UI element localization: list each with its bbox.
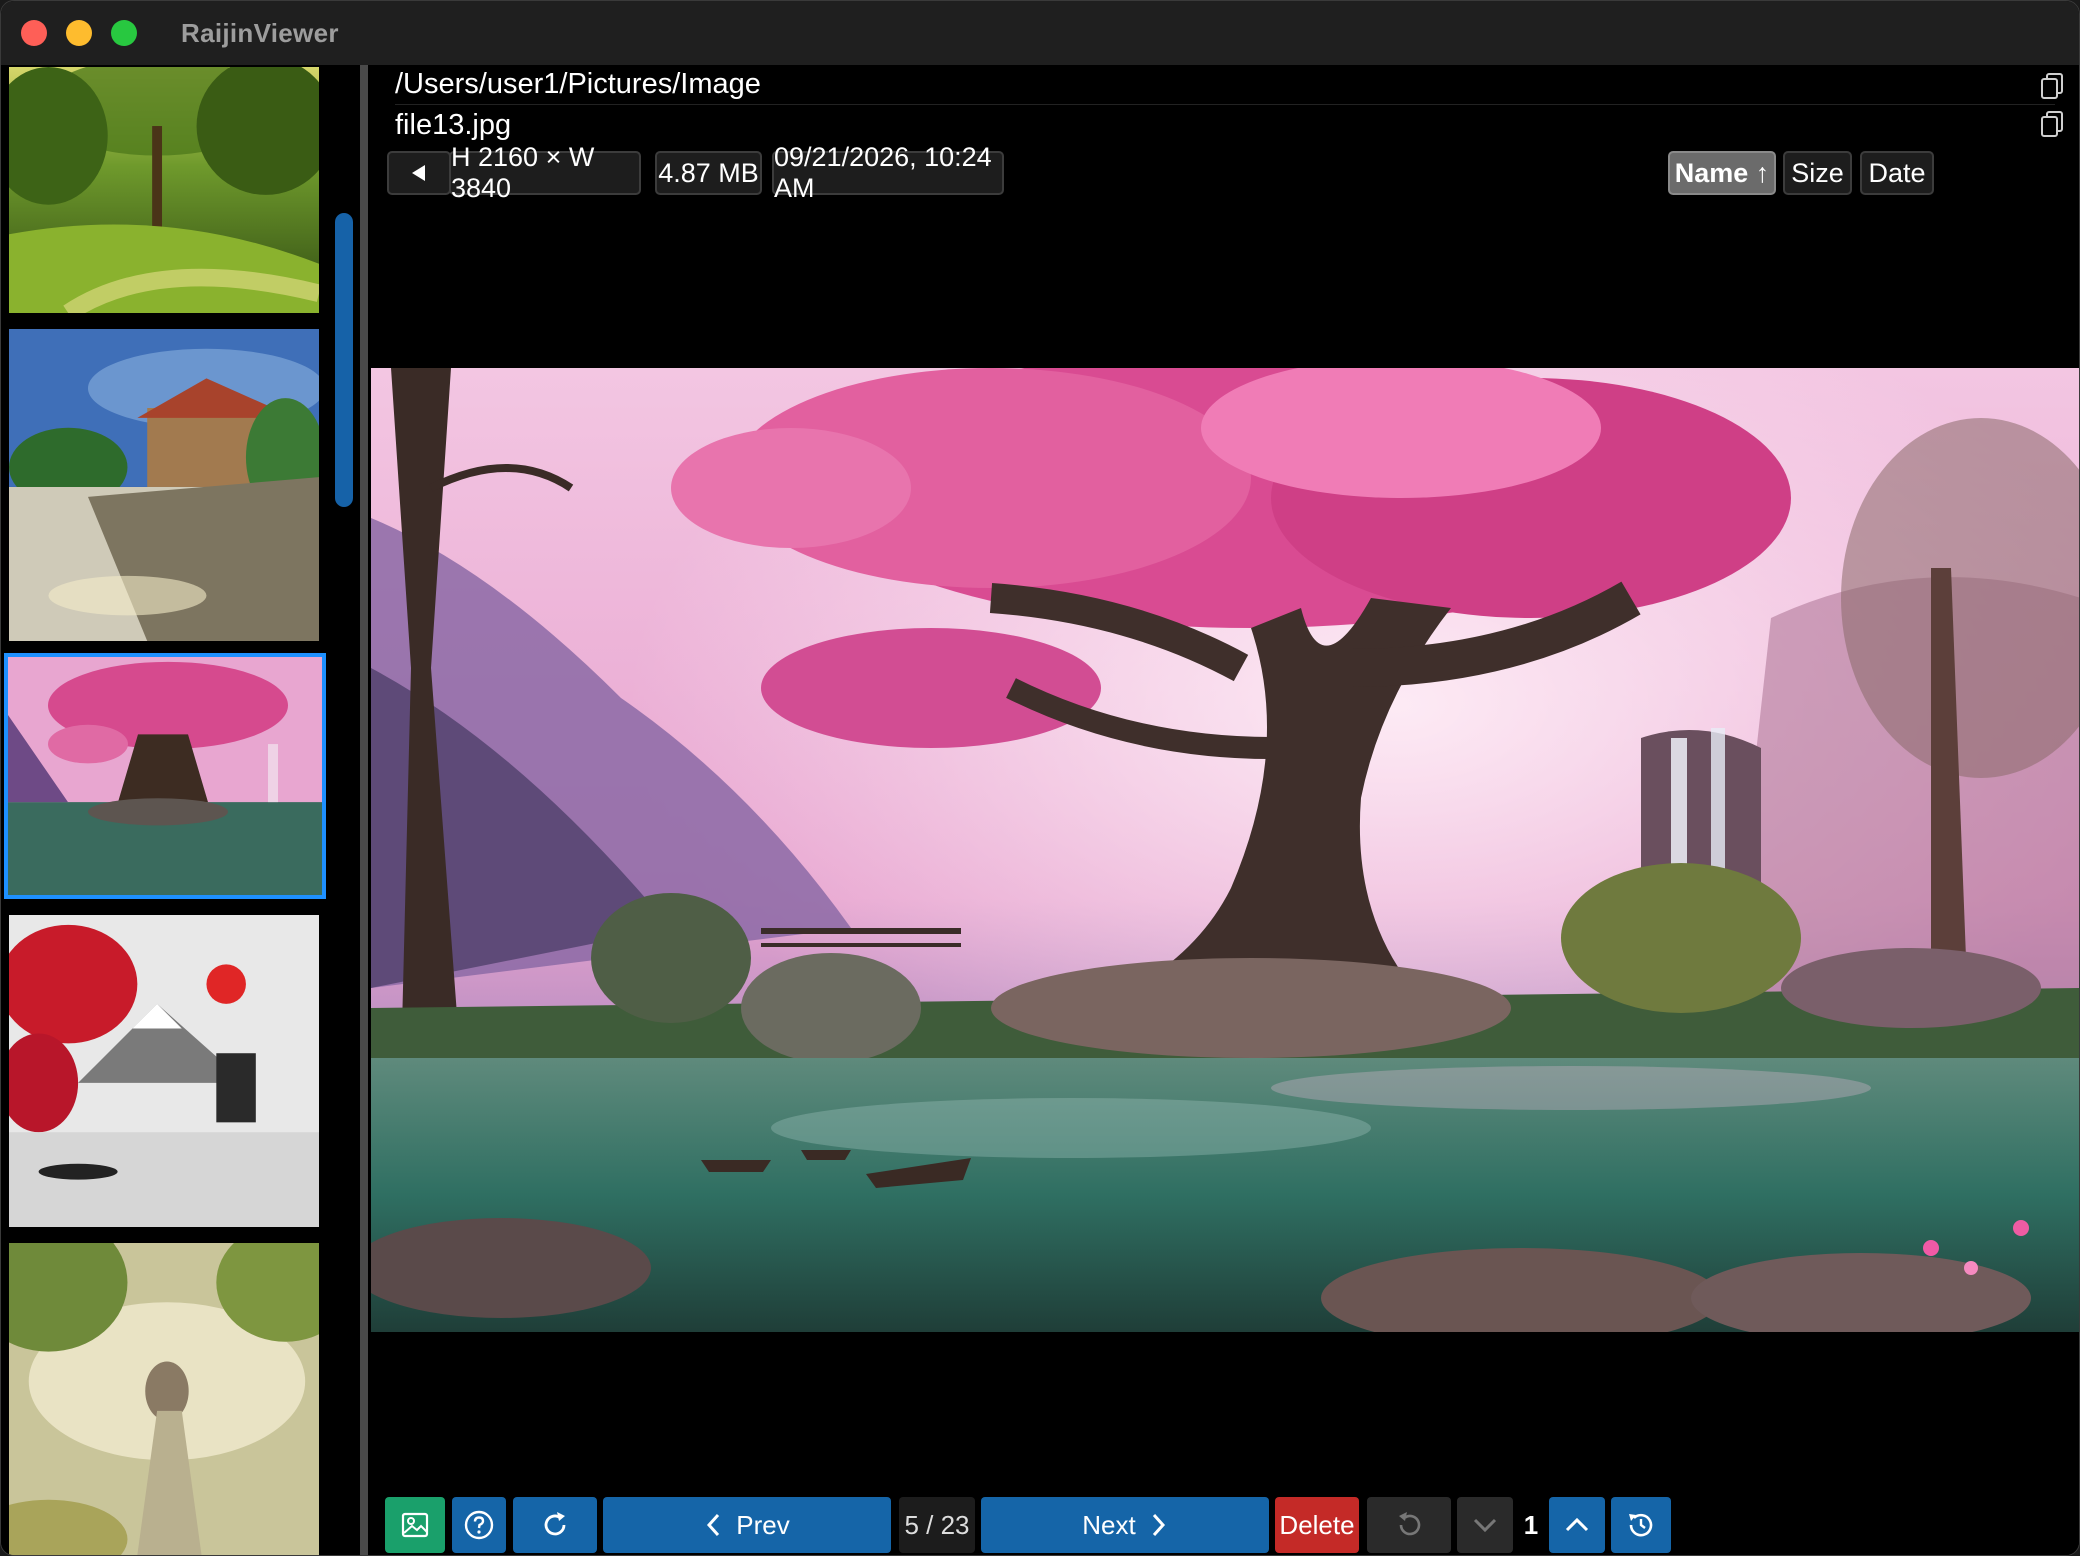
title-bar: RaijinViewer [1, 1, 2079, 65]
bottom-toolbar: Prev 5 / 23 Next Delete 1 [369, 1497, 2079, 1555]
next-button[interactable]: Next [981, 1497, 1269, 1553]
file-size-badge: 4.87 MB [655, 151, 762, 195]
prev-button[interactable]: Prev [603, 1497, 891, 1553]
chevron-right-icon [1152, 1513, 1165, 1537]
directory-path: /Users/user1/Pictures/Image [395, 65, 2055, 105]
sort-by-name-button[interactable]: Name ↑ [1668, 151, 1776, 195]
file-info-bar: H 2160 × W 3840 4.87 MB 09/21/2026, 10:2… [387, 142, 2067, 203]
thumbnail-fuji-red-maple[interactable] [7, 913, 321, 1229]
main-viewer: /Users/user1/Pictures/Image file13.jpg H… [369, 65, 2079, 1555]
copy-path-icon[interactable] [2037, 71, 2067, 101]
minimize-window-button[interactable] [66, 20, 92, 46]
close-window-button[interactable] [21, 20, 47, 46]
page-up-button[interactable] [1549, 1497, 1605, 1553]
dimensions-badge: H 2160 × W 3840 [449, 142, 641, 203]
main-image [371, 368, 2079, 1332]
app-title: RaijinViewer [181, 17, 339, 48]
thumbnail-village-road[interactable] [7, 327, 321, 643]
triangle-left-icon [412, 165, 425, 181]
history-icon [1629, 1513, 1653, 1537]
thumbnail-girl-clouds[interactable] [7, 1241, 321, 1555]
next-label: Next [1082, 1509, 1136, 1540]
image-counter: 5 / 23 [899, 1497, 975, 1553]
window-controls [21, 20, 137, 46]
thumbnail-sidebar[interactable] [1, 65, 361, 1555]
page-down-button[interactable] [1457, 1497, 1513, 1553]
chevron-up-icon [1565, 1517, 1589, 1532]
sort-by-size-button[interactable]: Size [1783, 151, 1852, 195]
sort-by-date-button[interactable]: Date [1860, 151, 1934, 195]
refresh-button[interactable] [513, 1497, 597, 1553]
date-badge: 09/21/2026, 10:24 AM [772, 142, 1004, 203]
help-button[interactable] [452, 1497, 506, 1553]
copy-filename-icon[interactable] [2037, 109, 2067, 139]
page-number: 1 [1515, 1497, 1547, 1553]
refresh-icon [544, 1512, 566, 1536]
gallery-button[interactable] [385, 1497, 445, 1553]
thumbnail-forest-path[interactable] [7, 65, 321, 315]
maximize-window-button[interactable] [111, 20, 137, 46]
undo-button[interactable] [1367, 1497, 1451, 1553]
history-button[interactable] [1611, 1497, 1671, 1553]
file-name: file13.jpg [395, 108, 512, 141]
chevron-down-icon [1473, 1518, 1497, 1533]
image-icon [401, 1512, 429, 1538]
app-window: RaijinViewer /Users/user1/Pictures/Image… [0, 0, 2080, 1556]
sidebar-resize-divider[interactable] [360, 65, 368, 1555]
delete-button[interactable]: Delete [1275, 1497, 1359, 1553]
chevron-left-icon [707, 1513, 720, 1537]
help-icon [464, 1510, 494, 1540]
sidebar-scrollbar-thumb[interactable] [335, 213, 353, 507]
thumbnail-pink-tree-lake[interactable] [4, 653, 326, 899]
collapse-sidebar-button[interactable] [387, 151, 451, 195]
prev-label: Prev [736, 1509, 790, 1540]
undo-icon [1399, 1512, 1421, 1536]
